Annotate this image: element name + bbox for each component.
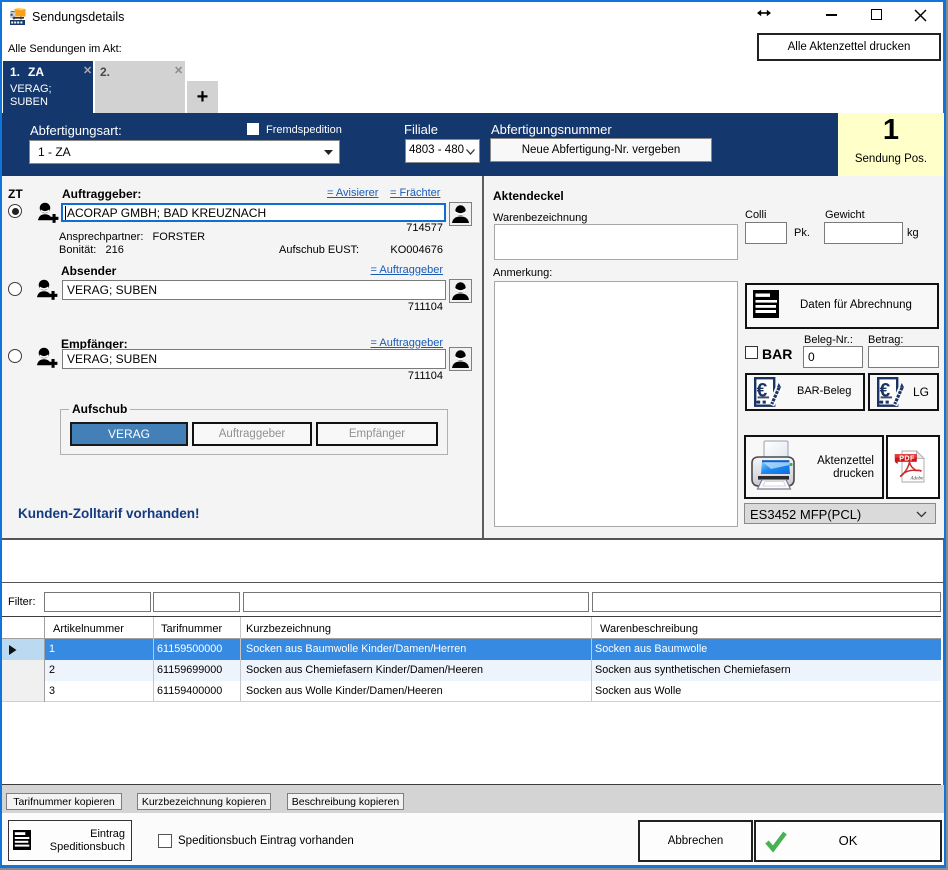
svg-text:PDF: PDF	[899, 454, 915, 463]
svg-text:Adobe: Adobe	[910, 477, 925, 482]
